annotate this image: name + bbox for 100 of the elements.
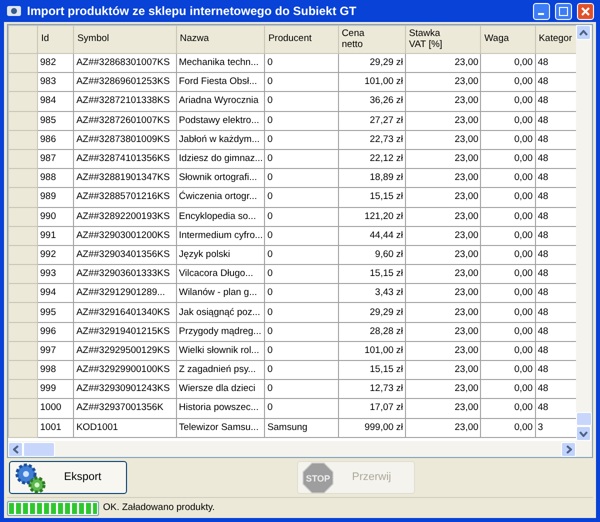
row-header[interactable]: [8, 149, 38, 169]
row-header[interactable]: [8, 360, 38, 380]
table-cell: Wiersze dla dzieci: [176, 380, 265, 399]
row-header[interactable]: [8, 264, 38, 284]
table-cell: 0: [264, 360, 338, 380]
table-cell: AZ##32868301007KS: [74, 54, 176, 73]
table-cell: 0: [264, 130, 338, 150]
table-cell: AZ##32903001200KS: [74, 226, 176, 246]
table-cell: 12,73 zł: [338, 380, 406, 399]
column-header[interactable]: Kategor: [535, 26, 576, 54]
scroll-up-icon[interactable]: [576, 25, 591, 40]
row-header[interactable]: [8, 207, 38, 226]
table-cell: 0: [264, 380, 338, 399]
row-header[interactable]: [8, 380, 38, 399]
table-cell: 23,00: [406, 245, 481, 265]
table-cell: Podstawy elektro...: [176, 111, 265, 130]
minimize-button[interactable]: [533, 2, 550, 20]
row-header[interactable]: [8, 92, 38, 112]
column-header[interactable]: Cena netto: [338, 26, 406, 54]
table-cell: 44,44 zł: [338, 226, 406, 246]
row-header[interactable]: [8, 72, 38, 92]
corner-header: [8, 26, 38, 54]
table-cell: 23,00: [406, 111, 481, 130]
table-cell: 0: [264, 207, 338, 226]
scroll-thumb[interactable]: [23, 442, 55, 456]
table-cell: AZ##32937001356K: [74, 398, 176, 418]
table-cell: 15,15 zł: [338, 188, 406, 207]
row-header[interactable]: [8, 284, 38, 303]
row-header[interactable]: [8, 130, 38, 150]
table-cell: 9,60 zł: [338, 245, 406, 265]
scroll-left-icon[interactable]: [8, 442, 23, 456]
table-cell: 989: [38, 188, 74, 207]
table-cell: Słownik ortografi...: [176, 168, 265, 188]
row-header[interactable]: [8, 111, 38, 130]
column-header[interactable]: Symbol: [74, 26, 176, 54]
table-cell: AZ##32912901289...: [74, 284, 176, 303]
row-header[interactable]: [8, 398, 38, 418]
table-cell: 23,00: [406, 398, 481, 418]
table-cell: 0: [264, 341, 338, 360]
scroll-thumb[interactable]: [576, 412, 592, 426]
table-cell: 984: [38, 92, 74, 112]
maximize-button[interactable]: [555, 2, 572, 20]
table-cell: 0: [264, 245, 338, 265]
table-cell: 27,27 zł: [338, 111, 406, 130]
table-cell: 18,89 zł: [338, 168, 406, 188]
table-cell: 0,00: [480, 207, 536, 226]
table-cell: AZ##32872601007KS: [74, 111, 176, 130]
table-cell: 1000: [38, 398, 74, 418]
table-cell: Samsung: [264, 418, 338, 438]
table-cell: 0,00: [480, 111, 536, 130]
table-cell: 983: [38, 72, 74, 92]
column-header[interactable]: Stawka VAT [%]: [406, 26, 481, 54]
column-header[interactable]: Waga: [480, 26, 536, 54]
scroll-right-icon[interactable]: [561, 442, 576, 456]
table-cell: 994: [38, 284, 74, 303]
close-button[interactable]: [577, 2, 594, 20]
row-header[interactable]: [8, 54, 38, 73]
column-header[interactable]: Producent: [264, 26, 338, 54]
row-header[interactable]: [8, 168, 38, 188]
stop-sign-icon: STOP: [302, 462, 334, 494]
table-cell: 0,00: [480, 264, 536, 284]
table-cell: AZ##32929500129KS: [74, 341, 176, 360]
horizontal-scrollbar[interactable]: [8, 441, 592, 457]
table-cell: Jak osiągnąć poz...: [176, 302, 265, 322]
column-header[interactable]: Nazwa: [176, 26, 265, 54]
table-cell: Historia powszec...: [176, 398, 265, 418]
table-cell: 999: [38, 380, 74, 399]
table-cell: Encyklopedia so...: [176, 207, 265, 226]
status-message: OK. Załadowano produkty.: [103, 500, 215, 515]
row-header[interactable]: [8, 245, 38, 265]
table-cell: Vilcacora Długo...: [176, 264, 265, 284]
scroll-down-icon[interactable]: [576, 426, 591, 441]
close-icon: [581, 6, 590, 16]
table-cell: 15,15 zł: [338, 360, 406, 380]
row-header[interactable]: [8, 341, 38, 360]
table-cell: 0,00: [480, 149, 536, 169]
column-header[interactable]: Id: [38, 26, 74, 54]
table-cell: 993: [38, 264, 74, 284]
table-cell: AZ##32930901243KS: [74, 380, 176, 399]
table-cell: 987: [38, 149, 74, 169]
row-header[interactable]: [8, 322, 38, 342]
table-cell: Przygody mądreg...: [176, 322, 265, 342]
vertical-scrollbar[interactable]: [576, 25, 592, 441]
action-button[interactable]: Eksport: [9, 461, 127, 494]
table-cell: 23,00: [406, 54, 481, 73]
row-header[interactable]: [8, 302, 38, 322]
table-cell: 22,12 zł: [338, 149, 406, 169]
table-cell: 101,00 zł: [338, 72, 406, 92]
table-cell: AZ##32874101356KS: [74, 149, 176, 169]
table-cell: 0: [264, 188, 338, 207]
row-header[interactable]: [8, 226, 38, 246]
table-cell: Wielki słownik rol...: [176, 341, 265, 360]
table-cell: Z zagadnień psy...: [176, 360, 265, 380]
table-cell: 0,00: [480, 418, 536, 438]
table-cell: 998: [38, 360, 74, 380]
minimize-icon: [538, 13, 544, 15]
table-cell: 23,00: [406, 130, 481, 150]
row-header[interactable]: [8, 188, 38, 207]
table-cell: 0,00: [480, 341, 536, 360]
table-cell: AZ##32929900100KS: [74, 360, 176, 380]
